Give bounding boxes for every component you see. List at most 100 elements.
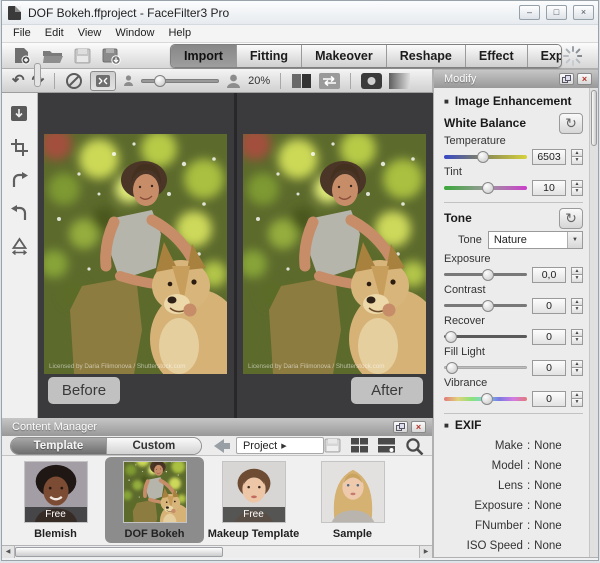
- tone-dropdown[interactable]: Nature ▼: [488, 231, 583, 249]
- temperature-slider[interactable]: [444, 155, 527, 159]
- search-icon[interactable]: [405, 437, 424, 455]
- vibrance-slider[interactable]: [444, 397, 527, 401]
- tab-custom[interactable]: Custom: [106, 438, 201, 454]
- compare-view-icon[interactable]: [291, 73, 312, 89]
- modify-panel-header[interactable]: Modify ×: [434, 70, 598, 88]
- save-as-icon[interactable]: [101, 47, 122, 65]
- maximize-button[interactable]: □: [546, 5, 567, 20]
- tab-effect[interactable]: Effect: [465, 45, 527, 67]
- swap-views-icon[interactable]: [319, 73, 340, 89]
- after-label[interactable]: After: [351, 377, 423, 404]
- close-panel-icon[interactable]: ×: [577, 73, 592, 85]
- before-label[interactable]: Before: [48, 377, 120, 404]
- tab-export[interactable]: Export: [527, 45, 562, 67]
- free-badge: Free: [25, 507, 87, 522]
- contrast-slider[interactable]: [444, 304, 527, 307]
- fill-light-knob[interactable]: [446, 362, 458, 374]
- list-item-dof-bokeh[interactable]: Licensed by Daria Filimonova / Shutterst…: [105, 457, 204, 543]
- vibrance-knob[interactable]: [481, 393, 493, 405]
- undo-icon[interactable]: ↶: [12, 73, 25, 89]
- new-project-icon[interactable]: [12, 47, 33, 65]
- tab-reshape[interactable]: Reshape: [386, 45, 465, 67]
- recover-spinner[interactable]: ▲▼: [571, 329, 583, 345]
- flip-horizontal-icon[interactable]: [10, 237, 29, 255]
- tint-spinner[interactable]: ▲▼: [571, 180, 583, 196]
- white-balance-reset-button[interactable]: ↻: [559, 113, 583, 134]
- rotate-right-icon[interactable]: [10, 171, 29, 189]
- menu-window[interactable]: Window: [108, 25, 161, 42]
- image-canvas: Licensed by Daria Filimonova / Shutterst…: [38, 93, 433, 418]
- list-view-icon[interactable]: [378, 438, 395, 453]
- back-arrow-icon[interactable]: [214, 439, 230, 453]
- menu-edit[interactable]: Edit: [38, 25, 71, 42]
- menu-help[interactable]: Help: [161, 25, 198, 42]
- template-list-scrollbar[interactable]: ◀ ▶: [2, 545, 432, 558]
- tint-value[interactable]: 10: [532, 180, 566, 196]
- after-photo[interactable]: Licensed by Daria Filimonova / Shutterst…: [243, 134, 426, 374]
- grid-view-icon[interactable]: [351, 438, 368, 453]
- save-project-icon[interactable]: [73, 47, 92, 65]
- import-photo-icon[interactable]: [10, 105, 29, 123]
- contrast-spinner[interactable]: ▲▼: [571, 298, 583, 314]
- temperature-spinner[interactable]: ▲▼: [571, 149, 583, 165]
- scrollbar-thumb[interactable]: [15, 547, 223, 557]
- dropdown-arrow-icon[interactable]: ▼: [567, 232, 582, 248]
- exposure-value[interactable]: 0,0: [532, 267, 566, 283]
- open-project-icon[interactable]: [42, 47, 64, 65]
- menu-view[interactable]: View: [71, 25, 109, 42]
- crop-icon[interactable]: [10, 138, 29, 156]
- tint-knob[interactable]: [482, 182, 494, 194]
- section-bullet-icon: ■: [444, 97, 449, 106]
- vibrance-value[interactable]: 0: [532, 391, 566, 407]
- tab-makeover[interactable]: Makeover: [301, 45, 386, 67]
- exposure-knob[interactable]: [482, 269, 494, 281]
- fill-light-slider[interactable]: [444, 366, 527, 369]
- zoom-slider-knob[interactable]: [154, 75, 166, 87]
- before-photo[interactable]: Licensed by Daria Filimonova / Shutterst…: [44, 134, 227, 374]
- scroll-right-icon[interactable]: ▶: [419, 546, 432, 558]
- fill-light-value[interactable]: 0: [532, 360, 566, 376]
- rotate-left-icon[interactable]: [10, 204, 29, 222]
- menu-file[interactable]: File: [6, 25, 38, 42]
- temperature-knob[interactable]: [477, 151, 489, 163]
- fit-to-window-button[interactable]: [90, 71, 116, 91]
- zoom-percent: 20%: [248, 75, 270, 87]
- recover-label: Recover: [444, 315, 583, 328]
- list-item-makeup-template[interactable]: Free Makeup Template: [204, 457, 303, 543]
- tint-slider[interactable]: [444, 186, 527, 190]
- content-manager-header[interactable]: Content Manager ×: [2, 418, 432, 436]
- temperature-value[interactable]: 6503: [532, 149, 566, 165]
- undock-panel-icon[interactable]: [559, 73, 574, 85]
- list-item-sample[interactable]: Sample: [303, 457, 402, 543]
- contrast-value[interactable]: 0: [532, 298, 566, 314]
- zoom-slider[interactable]: [141, 79, 219, 83]
- undock-panel-icon[interactable]: [393, 421, 408, 433]
- view-toolbar: ↶ ↷ 20%: [2, 69, 433, 93]
- breadcrumb[interactable]: Project ▶: [236, 437, 324, 454]
- scroll-left-icon[interactable]: ◀: [2, 546, 15, 558]
- list-item-blemish[interactable]: Free Blemish: [6, 457, 105, 543]
- contrast-knob[interactable]: [482, 300, 494, 312]
- modify-scrollbar[interactable]: [589, 88, 598, 557]
- minimize-button[interactable]: –: [519, 5, 540, 20]
- close-button[interactable]: ×: [573, 5, 594, 20]
- vignette-icon[interactable]: [361, 73, 382, 89]
- modify-scrollbar-thumb[interactable]: [591, 90, 597, 146]
- title-bar[interactable]: DOF Bokeh.ffproject - FaceFilter3 Pro – …: [2, 1, 599, 25]
- recover-value[interactable]: 0: [532, 329, 566, 345]
- exposure-spinner[interactable]: ▲▼: [571, 267, 583, 283]
- fill-light-spinner[interactable]: ▲▼: [571, 360, 583, 376]
- rail-collapse-handle[interactable]: [34, 63, 41, 87]
- tone-reset-button[interactable]: ↻: [559, 208, 583, 229]
- tab-import[interactable]: Import: [171, 45, 236, 67]
- vibrance-spinner[interactable]: ▲▼: [571, 391, 583, 407]
- tab-fitting[interactable]: Fitting: [236, 45, 301, 67]
- tab-template[interactable]: Template: [11, 438, 106, 454]
- gradient-icon[interactable]: [389, 73, 410, 89]
- no-effect-icon[interactable]: [65, 72, 83, 90]
- close-panel-icon[interactable]: ×: [411, 421, 426, 433]
- save-content-icon[interactable]: [324, 438, 341, 453]
- recover-knob[interactable]: [445, 331, 457, 343]
- recover-slider[interactable]: [444, 335, 527, 338]
- exposure-slider[interactable]: [444, 273, 527, 276]
